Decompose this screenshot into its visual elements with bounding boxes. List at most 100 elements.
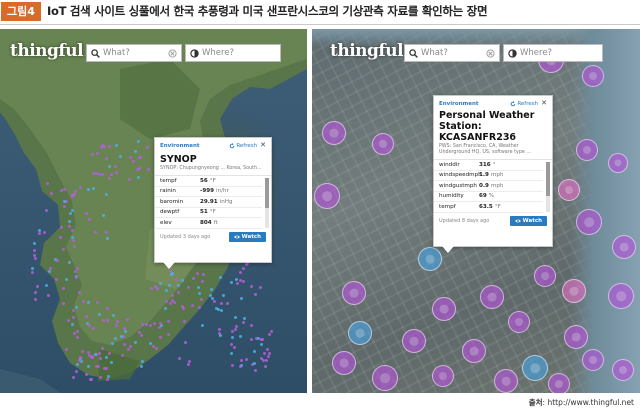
sensor-marker[interactable] (75, 306, 78, 309)
sensor-marker[interactable] (175, 278, 178, 281)
sensor-marker[interactable] (230, 281, 233, 284)
sensor-marker[interactable] (432, 297, 456, 321)
sensor-marker[interactable] (85, 212, 88, 215)
sensor-marker[interactable] (62, 302, 65, 305)
sensor-marker[interactable] (72, 239, 75, 242)
sensor-marker[interactable] (612, 235, 636, 259)
sensor-marker[interactable] (76, 336, 79, 339)
sensor-marker[interactable] (126, 318, 129, 321)
sensor-marker[interactable] (245, 358, 248, 361)
sensor-marker[interactable] (233, 346, 236, 349)
sensor-marker[interactable] (75, 276, 78, 279)
sensor-marker[interactable] (253, 362, 256, 365)
close-icon[interactable]: ✕ (260, 142, 266, 149)
sensor-marker[interactable] (97, 365, 100, 368)
scrollbar-thumb[interactable] (265, 178, 269, 208)
sensor-marker[interactable] (181, 279, 184, 282)
sensor-marker[interactable] (231, 330, 234, 333)
sensor-marker[interactable] (260, 338, 263, 341)
refresh-button[interactable]: Refresh (510, 100, 538, 107)
sensor-marker[interactable] (219, 334, 222, 337)
sensor-marker[interactable] (98, 313, 101, 316)
sensor-marker[interactable] (250, 338, 253, 341)
sensor-marker[interactable] (33, 242, 36, 245)
sensor-marker[interactable] (132, 160, 135, 163)
sensor-marker[interactable] (82, 300, 85, 303)
sensor-marker[interactable] (87, 351, 90, 354)
sensor-marker[interactable] (240, 297, 243, 300)
sensor-marker[interactable] (76, 363, 79, 366)
sensor-marker[interactable] (33, 249, 36, 252)
sensor-marker[interactable] (116, 320, 119, 323)
sensor-marker[interactable] (155, 347, 158, 350)
sensor-marker[interactable] (47, 294, 50, 297)
sensor-marker[interactable] (612, 359, 634, 381)
sensor-marker[interactable] (268, 333, 271, 336)
sensor-marker[interactable] (165, 289, 168, 292)
sensor-marker[interactable] (115, 171, 118, 174)
sensor-marker[interactable] (239, 271, 242, 274)
sensor-marker[interactable] (65, 278, 68, 281)
sensor-marker[interactable] (231, 364, 234, 367)
sensor-marker[interactable] (562, 279, 586, 303)
sensor-marker[interactable] (68, 220, 71, 223)
sensor-marker[interactable] (91, 153, 94, 156)
sensor-marker[interactable] (140, 365, 143, 368)
sensor-marker[interactable] (576, 139, 598, 161)
sensor-marker[interactable] (418, 247, 442, 271)
sensor-marker[interactable] (72, 309, 75, 312)
sensor-marker[interactable] (121, 354, 124, 357)
sensor-marker[interactable] (31, 271, 34, 274)
sensor-marker[interactable] (105, 157, 108, 160)
sensor-marker[interactable] (65, 348, 68, 351)
sensor-marker[interactable] (71, 229, 74, 232)
sensor-marker[interactable] (220, 309, 223, 312)
sensor-marker[interactable] (48, 270, 51, 273)
sensor-marker[interactable] (564, 325, 588, 349)
sensor-marker[interactable] (94, 231, 97, 234)
sensor-marker[interactable] (159, 282, 162, 285)
reading-list[interactable]: winddir 316 ° windspeedmph 1.9 mph windgustm… (434, 160, 552, 213)
sensor-marker[interactable] (263, 352, 266, 355)
sensor-marker[interactable] (76, 330, 79, 333)
sensor-marker[interactable] (45, 209, 48, 212)
sensor-marker[interactable] (265, 359, 268, 362)
sensor-marker[interactable] (432, 365, 454, 387)
sensor-marker[interactable] (240, 359, 243, 362)
sensor-marker[interactable] (101, 173, 104, 176)
sensor-marker[interactable] (68, 225, 71, 228)
sensor-marker[interactable] (372, 365, 398, 391)
sensor-marker[interactable] (230, 352, 233, 355)
sensor-marker[interactable] (267, 355, 270, 358)
sensor-marker[interactable] (348, 321, 372, 345)
sensor-marker[interactable] (242, 280, 245, 283)
sensor-marker[interactable] (178, 357, 181, 360)
sensor-marker[interactable] (508, 311, 530, 333)
sensor-marker[interactable] (259, 286, 262, 289)
sensor-marker[interactable] (197, 286, 200, 289)
sensor-marker[interactable] (43, 231, 46, 234)
sensor-marker[interactable] (231, 336, 234, 339)
sensor-marker[interactable] (170, 273, 173, 276)
sensor-marker[interactable] (78, 359, 81, 362)
sensor-marker[interactable] (102, 319, 105, 322)
sensor-marker[interactable] (127, 348, 130, 351)
sensor-marker[interactable] (582, 65, 604, 87)
sensor-marker[interactable] (183, 320, 186, 323)
sensor-marker[interactable] (99, 376, 102, 379)
sensor-marker[interactable] (548, 373, 570, 393)
sensor-marker[interactable] (239, 365, 242, 368)
sensor-marker[interactable] (266, 348, 269, 351)
sensor-marker[interactable] (75, 370, 78, 373)
sensor-marker[interactable] (73, 245, 76, 248)
sensor-marker[interactable] (50, 192, 53, 195)
sensor-marker[interactable] (62, 287, 65, 290)
sensor-marker[interactable] (198, 306, 201, 309)
sensor-marker[interactable] (173, 301, 176, 304)
scrollbar-thumb[interactable] (546, 162, 550, 196)
sensor-marker[interactable] (187, 286, 190, 289)
close-icon[interactable]: ✕ (541, 100, 547, 107)
sensor-marker[interactable] (139, 156, 142, 159)
sensor-marker[interactable] (201, 324, 204, 327)
sensor-marker[interactable] (79, 186, 82, 189)
